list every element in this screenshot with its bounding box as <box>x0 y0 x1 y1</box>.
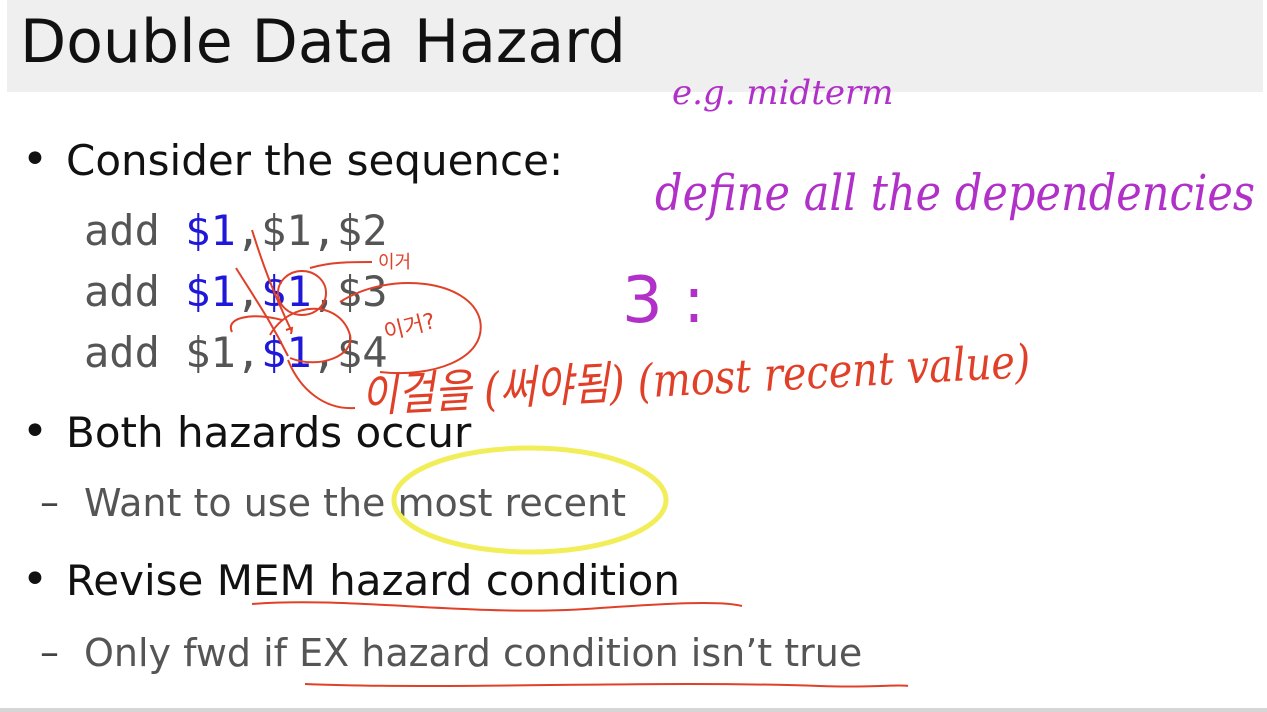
subbullet-only-fwd: Only fwd if EX hazard condition isn’t tr… <box>84 631 863 675</box>
slide-title: Double Data Hazard <box>20 7 626 77</box>
code-rs: $1 <box>261 206 312 255</box>
underline-ex-hazard <box>304 683 909 688</box>
bullet-dot: • <box>22 406 48 457</box>
bullet-revise-mem: Revise MEM hazard condition <box>66 556 680 605</box>
code-line-1: add $1,$1,$2 <box>84 206 387 256</box>
bullet-dot: • <box>22 554 48 605</box>
slide-bottom-edge <box>0 708 1267 712</box>
code-rs: $1 <box>261 267 312 316</box>
sub-bullet-dash: – <box>40 630 59 674</box>
code-op: add <box>84 206 160 255</box>
code-sep: , <box>311 206 337 255</box>
code-sep: , <box>235 328 262 377</box>
bullet-dot: • <box>22 134 48 185</box>
code-sep: , <box>235 267 262 316</box>
code-rt: $2 <box>336 206 388 255</box>
subbullet-most-recent: Want to use the most recent <box>84 481 626 525</box>
code-line-2: add $1,$1,$3 <box>84 267 387 317</box>
note-three: 3 : <box>622 264 705 338</box>
code-rt: $3 <box>336 267 388 316</box>
code-op: add <box>84 328 160 377</box>
code-sep: , <box>311 328 337 377</box>
bullet-both-hazards: Both hazards occur <box>66 408 472 457</box>
code-line-3: add $1,$1,$4 <box>84 328 387 378</box>
bullet-consider-sequence: Consider the sequence: <box>66 136 564 185</box>
code-sep: , <box>311 267 337 316</box>
code-rd: $1 <box>185 267 236 316</box>
code-rd: $1 <box>185 206 236 255</box>
code-rt: $4 <box>336 328 388 377</box>
code-sep: , <box>235 206 262 255</box>
code-rs: $1 <box>261 328 312 377</box>
note-define-dependencies: define all the dependencies <box>655 164 1255 222</box>
code-op: add <box>84 267 160 316</box>
code-rd: $1 <box>185 328 236 377</box>
note-igeo-2: 이거? <box>381 309 438 346</box>
sub-bullet-dash: – <box>40 480 59 524</box>
